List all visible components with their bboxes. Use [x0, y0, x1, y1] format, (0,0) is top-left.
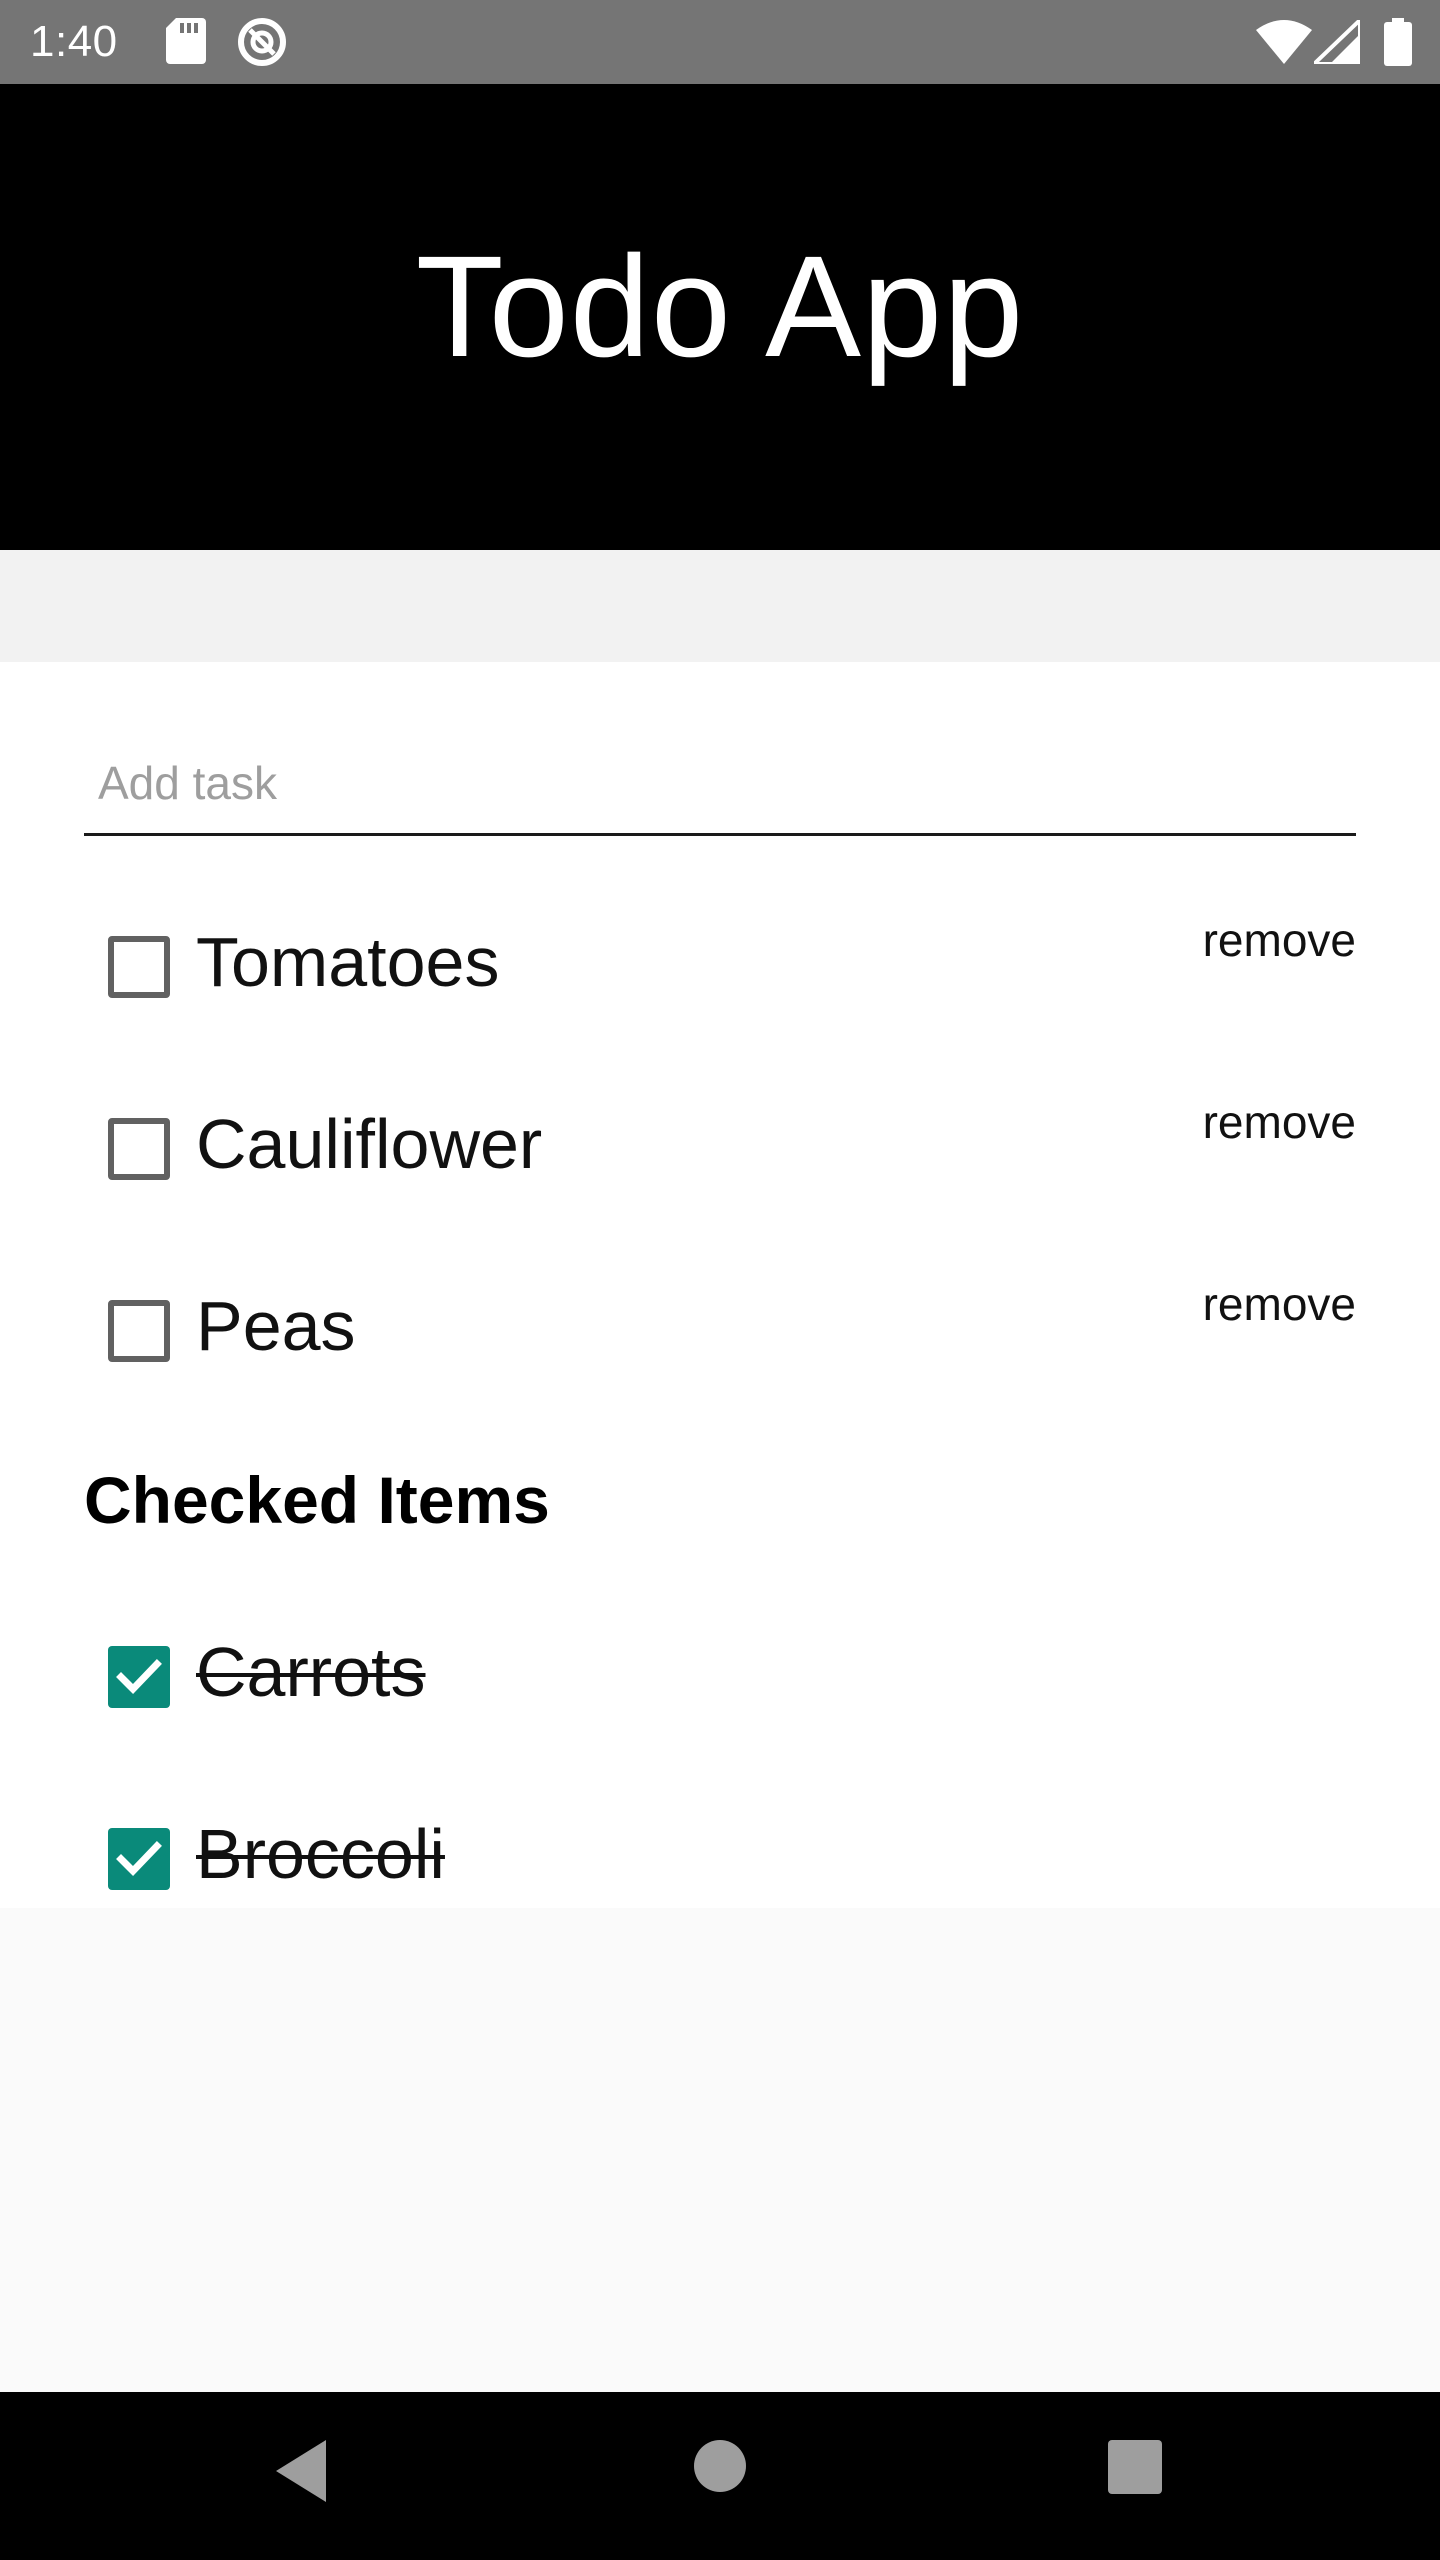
checkmark-icon: [116, 1841, 162, 1877]
todo-card: Tomatoes remove Cauliflower remove Peas …: [0, 662, 1440, 1908]
todo-item: Cauliflower remove: [0, 1088, 1440, 1208]
app-header: Todo App: [0, 84, 1440, 550]
remove-button[interactable]: remove: [1203, 1092, 1356, 1152]
todo-item: Peas remove: [0, 1270, 1440, 1390]
todo-item: Tomatoes remove: [0, 906, 1440, 1026]
back-icon[interactable]: [272, 2436, 332, 2511]
todo-item-label: Tomatoes: [196, 923, 500, 1001]
checked-items-heading: Checked Items: [84, 1463, 550, 1537]
status-bar: 1:40: [0, 0, 1440, 84]
sync-icon: [236, 16, 288, 73]
header-spacer: [0, 550, 1440, 662]
checkmark-icon: [116, 1659, 162, 1695]
checkbox-checked[interactable]: [108, 1828, 170, 1890]
status-time: 1:40: [30, 17, 118, 66]
checkbox-unchecked[interactable]: [108, 1118, 170, 1180]
remove-button[interactable]: remove: [1203, 910, 1356, 970]
wifi-icon: [1256, 20, 1312, 69]
navigation-bar: [0, 2392, 1440, 2560]
remove-button[interactable]: remove: [1203, 1274, 1356, 1334]
add-task-input[interactable]: [84, 742, 1356, 836]
screen: 1:40 Todo App Tomatoes remove: [0, 0, 1440, 2560]
checkbox-unchecked[interactable]: [108, 1300, 170, 1362]
home-icon[interactable]: [694, 2440, 746, 2497]
checked-item: Broccoli: [0, 1798, 1440, 1918]
checkbox-checked[interactable]: [108, 1646, 170, 1708]
checked-item-label: Carrots: [196, 1633, 426, 1711]
signal-icon: [1309, 15, 1362, 69]
sd-card-icon: [166, 18, 206, 69]
checkbox-unchecked[interactable]: [108, 936, 170, 998]
todo-item-label: Peas: [196, 1287, 356, 1365]
recents-icon[interactable]: [1108, 2440, 1162, 2499]
checked-item-label: Broccoli: [196, 1815, 445, 1893]
todo-item-label: Cauliflower: [196, 1105, 543, 1183]
app-title: Todo App: [415, 226, 1025, 387]
battery-icon: [1384, 18, 1412, 71]
checked-item: Carrots: [0, 1616, 1440, 1736]
